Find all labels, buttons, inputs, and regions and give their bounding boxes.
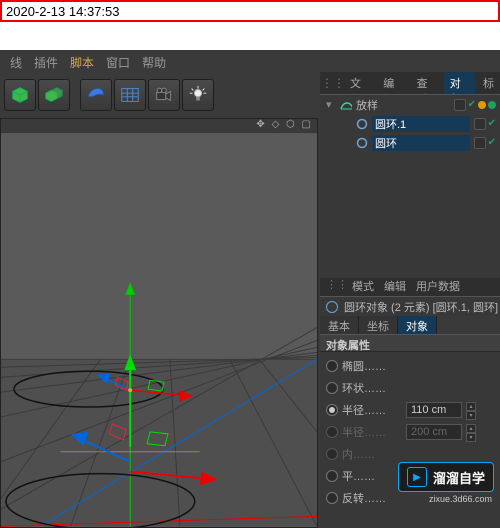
menu-item[interactable]: 插件 (30, 54, 62, 68)
subtab-basic[interactable]: 基本 (320, 316, 359, 334)
layer-box[interactable] (454, 99, 466, 111)
attr-label: 半径…… (342, 402, 402, 418)
radio-icon[interactable] (326, 448, 338, 460)
tree-row[interactable]: ▾ 放样 ✔ (320, 95, 500, 114)
light-button[interactable] (182, 79, 214, 111)
attr-label: 半径…… (342, 424, 402, 440)
viewport-nav-icons[interactable]: ✥ ◇ ⬡ ▢ (256, 119, 313, 130)
spinner: ▴▾ (466, 424, 476, 440)
grid-button[interactable] (114, 79, 146, 111)
tree-row[interactable]: 圆环.1 ✔ (320, 114, 500, 133)
tab-edit[interactable]: 编辑 (377, 72, 408, 94)
subtab-coord[interactable]: 坐标 (359, 316, 398, 334)
tab-label[interactable]: 标 (477, 72, 500, 94)
attribute-manager-tabs: ⋮⋮ 模式 编辑 用户数据 (320, 278, 500, 296)
menu-bar: 线 插件 脚本 窗口 帮助 (0, 50, 500, 72)
radio-icon[interactable] (326, 470, 338, 482)
subtab-object[interactable]: 对象 (398, 316, 437, 334)
layer-box[interactable] (474, 137, 486, 149)
blue-shape-button[interactable] (80, 79, 112, 111)
grip-icon: ⋮⋮ (326, 278, 342, 296)
radio-icon[interactable] (326, 382, 338, 394)
cube-button[interactable] (4, 79, 36, 111)
attribute-section-header: 对象属性 (320, 334, 500, 352)
menu-item[interactable]: 窗口 (102, 54, 134, 68)
attr-label: 平…… (342, 468, 402, 484)
radio-icon[interactable] (326, 426, 338, 438)
attr-row: 半径…… ▴▾ (320, 399, 500, 421)
watermark: ▶ 溜溜自学 zixue.3d66.com (398, 462, 494, 504)
watermark-url: zixue.3d66.com (398, 494, 494, 504)
attribute-title: 圆环对象 (2 元素) [圆环.1, 圆环] (344, 299, 498, 315)
tab-object[interactable]: 对象 (444, 72, 475, 94)
viewport-header: ✥ ◇ ⬡ ▢ (1, 119, 317, 133)
attr-label: 椭圆…… (342, 358, 402, 374)
tree-row[interactable]: 圆环 ✔ (320, 133, 500, 152)
radio-icon[interactable] (326, 404, 338, 416)
play-icon: ▶ (407, 467, 427, 487)
radius2-input (406, 424, 462, 440)
attr-tab-userdata[interactable]: 用户数据 (416, 278, 460, 296)
circle-icon (356, 118, 368, 130)
object-controls: ✔ (454, 99, 500, 111)
main-toolbar (0, 72, 320, 118)
grid-icon (119, 84, 141, 106)
cubes-button[interactable] (38, 79, 70, 111)
circle-icon (326, 301, 338, 313)
grip-icon: ⋮⋮ (324, 72, 342, 94)
menu-item[interactable]: 帮助 (138, 54, 170, 68)
cube-icon (9, 84, 31, 106)
object-label[interactable]: 圆环 (372, 135, 470, 151)
visibility-check-icon[interactable]: ✔ (488, 118, 496, 129)
menu-item[interactable]: 线 (6, 54, 26, 68)
layer-box[interactable] (474, 118, 486, 130)
attribute-subtabs: 基本 坐标 对象 (320, 316, 500, 334)
radius-input[interactable] (406, 402, 462, 418)
object-controls: ✔ (474, 118, 500, 130)
viewport-canvas[interactable] (1, 133, 317, 527)
render-dot[interactable] (488, 101, 496, 109)
radio-icon[interactable] (326, 360, 338, 372)
object-controls: ✔ (474, 137, 500, 149)
viewport-scene (1, 133, 317, 527)
attr-label: 反转…… (342, 490, 402, 506)
editor-dot[interactable] (478, 101, 486, 109)
attr-row: 椭圆…… (320, 355, 500, 377)
attribute-title-bar: 圆环对象 (2 元素) [圆环.1, 圆环] (320, 296, 500, 316)
attr-row: 半径…… ▴▾ (320, 421, 500, 443)
camera-button[interactable] (148, 79, 180, 111)
timestamp-bar: 2020-2-13 14:37:53 (0, 0, 500, 22)
radio-icon[interactable] (326, 492, 338, 504)
object-label[interactable]: 圆环.1 (372, 116, 470, 132)
light-icon (187, 84, 209, 106)
watermark-text: 溜溜自学 (433, 468, 485, 487)
attr-tab-edit[interactable]: 编辑 (384, 278, 406, 296)
spinner[interactable]: ▴▾ (466, 402, 476, 418)
attr-row: 环状…… (320, 377, 500, 399)
visibility-check-icon[interactable]: ✔ (488, 137, 496, 148)
timestamp-text: 2020-2-13 14:37:53 (6, 4, 119, 19)
attr-label: 内…… (342, 446, 402, 462)
expand-toggle[interactable]: ▾ (326, 98, 336, 111)
attr-label: 环状…… (342, 380, 402, 396)
circle-icon (356, 137, 368, 149)
tab-file[interactable]: 文件 (344, 72, 375, 94)
object-label[interactable]: 放样 (356, 97, 450, 113)
visibility-check-icon[interactable]: ✔ (468, 99, 476, 110)
menu-item[interactable]: 脚本 (66, 54, 98, 68)
cubes-icon (43, 84, 65, 106)
attr-tab-mode[interactable]: 模式 (352, 278, 374, 296)
object-manager: ▾ 放样 ✔ 圆环.1 ✔ 圆环 ✔ (320, 94, 500, 278)
white-gap (0, 22, 500, 50)
viewport-panel[interactable]: ✥ ◇ ⬡ ▢ (0, 118, 318, 528)
blue-shape-icon (85, 84, 107, 106)
camera-icon (153, 84, 175, 106)
tab-view[interactable]: 查看 (411, 72, 442, 94)
loft-icon (340, 99, 352, 111)
object-manager-tabs: ⋮⋮ 文件 编辑 查看 对象 标 (320, 72, 500, 94)
